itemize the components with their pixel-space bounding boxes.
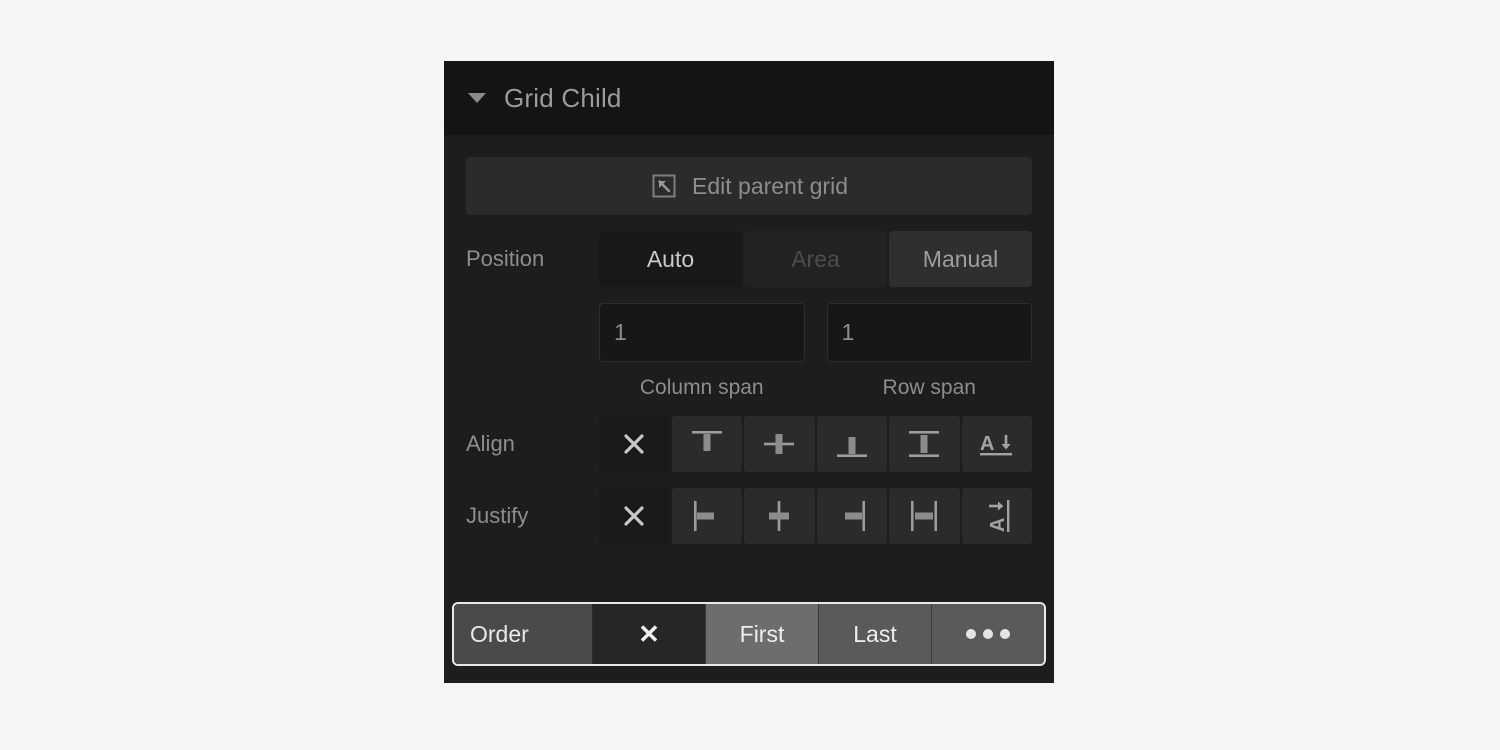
justify-horizontal-center-icon [762, 496, 796, 536]
align-button-group: A [599, 416, 1032, 472]
svg-text:A: A [987, 518, 1009, 532]
row-span-input[interactable]: 1 [826, 303, 1032, 362]
column-span-input[interactable]: 1 [599, 303, 805, 362]
align-stretch-button[interactable] [889, 416, 960, 472]
align-center-button[interactable] [744, 416, 815, 472]
justify-baseline-icon: A [980, 495, 1014, 537]
justify-end-button[interactable] [816, 488, 887, 544]
position-option-area[interactable]: Area [744, 231, 887, 287]
svg-text:A: A [980, 433, 994, 455]
align-start-button[interactable] [671, 416, 742, 472]
justify-button-group: A [599, 488, 1032, 544]
align-row: Align A [466, 416, 1032, 472]
column-span-caption: Column span [639, 376, 764, 399]
justify-baseline-button[interactable]: A [961, 488, 1032, 544]
panel-body: Edit parent grid Position Auto Area Manu… [444, 135, 1054, 544]
order-last-button[interactable]: Last [818, 604, 931, 664]
row-span-field: 1 Row span [826, 303, 1032, 400]
align-top-icon [687, 427, 727, 461]
justify-label: Justify [466, 503, 529, 528]
grid-child-panel: Grid Child Edit parent grid Position Aut… [444, 61, 1054, 683]
position-label: Position [466, 246, 545, 271]
position-option-manual[interactable]: Manual [889, 231, 1032, 287]
row-span-caption: Row span [882, 376, 976, 399]
align-stretch-vertical-icon [904, 427, 944, 461]
justify-clear-button[interactable] [599, 488, 670, 544]
edit-parent-grid-button[interactable]: Edit parent grid [466, 157, 1032, 215]
span-row: 1 Column span 1 Row span [466, 303, 1032, 400]
justify-control: A [599, 488, 1032, 544]
justify-center-button[interactable] [744, 488, 815, 544]
align-bottom-icon [832, 427, 872, 461]
position-row: Position Auto Area Manual [466, 231, 1032, 287]
justify-stretch-horizontal-icon [907, 496, 941, 536]
align-clear-button[interactable] [599, 416, 670, 472]
position-control: Auto Area Manual [599, 231, 1032, 287]
panel-header[interactable]: Grid Child [444, 61, 1054, 135]
order-first-button[interactable]: First [705, 604, 818, 664]
clear-x-icon: ✕ [638, 619, 660, 649]
justify-stretch-button[interactable] [889, 488, 960, 544]
justify-start-button[interactable] [671, 488, 742, 544]
position-segmented-control: Auto Area Manual [599, 231, 1032, 287]
align-baseline-icon: A [976, 427, 1018, 461]
column-span-field: 1 Column span [599, 303, 805, 400]
align-vertical-center-icon [759, 427, 799, 461]
page-title: Grid Child [504, 82, 622, 113]
align-label: Align [466, 431, 515, 456]
order-clear-button[interactable]: ✕ [592, 604, 705, 664]
clear-x-icon [621, 503, 647, 529]
ellipsis-icon [966, 629, 1010, 639]
justify-left-icon [690, 496, 724, 536]
order-row: Order ✕ First Last [452, 602, 1046, 666]
clear-x-icon [621, 431, 647, 457]
align-baseline-button[interactable]: A [961, 416, 1032, 472]
position-option-auto[interactable]: Auto [599, 231, 742, 287]
justify-right-icon [835, 496, 869, 536]
align-control: A [599, 416, 1032, 472]
edit-parent-grid-label: Edit parent grid [692, 172, 848, 199]
order-more-button[interactable] [931, 604, 1044, 664]
cursor-in-box-icon [650, 172, 678, 200]
justify-row: Justify A [466, 488, 1032, 544]
align-end-button[interactable] [816, 416, 887, 472]
order-label: Order [454, 604, 592, 664]
triangle-down-icon[interactable] [468, 93, 486, 103]
